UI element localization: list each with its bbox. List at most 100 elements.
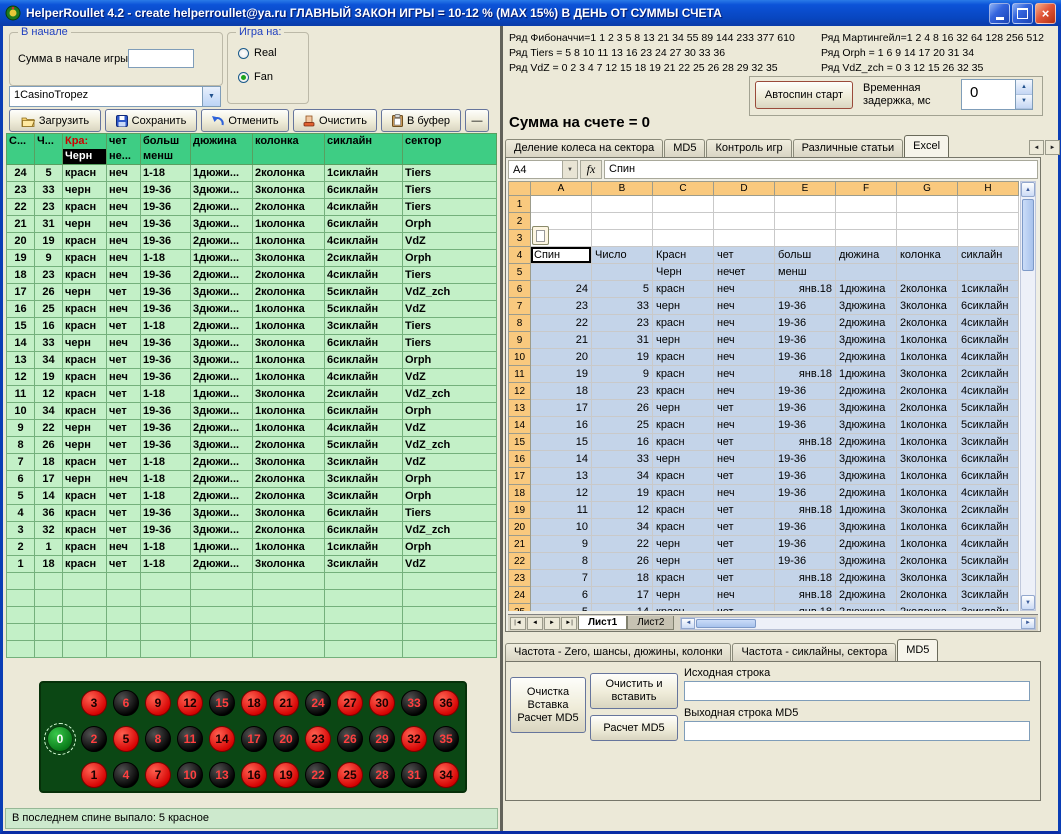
excel-cell-E19[interactable]: янв.18 (775, 502, 836, 519)
board-number-0[interactable]: 0 (47, 726, 73, 752)
excel-cell-F6[interactable]: 1дюжина (836, 281, 897, 298)
excel-cell-C9[interactable]: черн (653, 332, 714, 349)
excel-cell-A10[interactable]: 20 (531, 349, 592, 366)
excel-row-header-17[interactable]: 17 (509, 468, 531, 485)
board-number-35[interactable]: 35 (433, 726, 459, 752)
excel-cell-D4[interactable]: чет (714, 247, 775, 264)
insert-function-button[interactable]: fx (580, 160, 602, 179)
excel-cell-H19[interactable]: 2сиклайн (958, 502, 1019, 519)
excel-cell-E3[interactable] (775, 230, 836, 247)
excel-cell-C25[interactable]: красн (653, 604, 714, 612)
excel-cell-D19[interactable]: чет (714, 502, 775, 519)
excel-cell-F13[interactable]: 3дюжина (836, 400, 897, 417)
excel-cell-G4[interactable]: колонка (897, 247, 958, 264)
cell-name-box[interactable]: A4 ▼ (508, 160, 578, 179)
excel-cell-D16[interactable]: неч (714, 451, 775, 468)
excel-row-header-23[interactable]: 23 (509, 570, 531, 587)
scroll-up-button[interactable]: ▲ (1021, 182, 1035, 197)
excel-cell-C15[interactable]: красн (653, 434, 714, 451)
excel-cell-F1[interactable] (836, 196, 897, 213)
history-row[interactable]: 332краснчет19-363дюжи...2колонка6сиклайн… (7, 522, 497, 539)
excel-cell-A8[interactable]: 22 (531, 315, 592, 332)
excel-cell-D21[interactable]: чет (714, 536, 775, 553)
excel-cell-B9[interactable]: 31 (592, 332, 653, 349)
excel-cell-B11[interactable]: 9 (592, 366, 653, 383)
excel-col-header-C[interactable]: C (653, 182, 714, 196)
vscroll-thumb[interactable] (1022, 199, 1034, 271)
excel-cell-B3[interactable] (592, 230, 653, 247)
load-button[interactable]: Загрузить (9, 109, 101, 132)
history-row[interactable]: 1433черннеч19-363дюжи...3колонка6сиклайн… (7, 335, 497, 352)
tab-excel[interactable]: Excel (904, 135, 949, 157)
excel-cell-F12[interactable]: 2дюжина (836, 383, 897, 400)
excel-cell-D15[interactable]: чет (714, 434, 775, 451)
board-number-26[interactable]: 26 (337, 726, 363, 752)
excel-cell-A4[interactable]: Спин (531, 247, 592, 264)
board-number-10[interactable]: 10 (177, 762, 203, 788)
excel-cell-E22[interactable]: 19-36 (775, 553, 836, 570)
excel-cell-C6[interactable]: красн (653, 281, 714, 298)
board-number-20[interactable]: 20 (273, 726, 299, 752)
excel-cell-C17[interactable]: красн (653, 468, 714, 485)
excel-row-header-25[interactable]: 25 (509, 604, 531, 612)
autospin-start-button[interactable]: Автоспин старт (755, 81, 853, 109)
excel-cell-B10[interactable]: 19 (592, 349, 653, 366)
excel-cell-F5[interactable] (836, 264, 897, 281)
excel-cell-H24[interactable]: 3сиклайн (958, 587, 1019, 604)
excel-cell-F2[interactable] (836, 213, 897, 230)
excel-cell-A25[interactable]: 5 (531, 604, 592, 612)
excel-row-header-20[interactable]: 20 (509, 519, 531, 536)
excel-cell-H6[interactable]: 1сиклайн (958, 281, 1019, 298)
excel-cell-B13[interactable]: 26 (592, 400, 653, 417)
history-row[interactable]: 1516краснчет1-182дюжи...1колонка3сиклайн… (7, 318, 497, 335)
excel-cell-H15[interactable]: 3сиклайн (958, 434, 1019, 451)
history-row[interactable]: 2019красннеч19-362дюжи...1колонка4сиклай… (7, 233, 497, 250)
excel-cell-B4[interactable]: Число (592, 247, 653, 264)
history-row[interactable]: 1726чернчет19-363дюжи...2колонка5сиклайн… (7, 284, 497, 301)
board-number-24[interactable]: 24 (305, 690, 331, 716)
excel-cell-D11[interactable]: неч (714, 366, 775, 383)
excel-cell-C11[interactable]: красн (653, 366, 714, 383)
excel-cell-D22[interactable]: чет (714, 553, 775, 570)
excel-cell-E17[interactable]: 19-36 (775, 468, 836, 485)
excel-row-header-10[interactable]: 10 (509, 349, 531, 366)
excel-cell-E8[interactable]: 19-36 (775, 315, 836, 332)
board-number-22[interactable]: 22 (305, 762, 331, 788)
excel-cell-E20[interactable]: 19-36 (775, 519, 836, 536)
undo-button[interactable]: Отменить (201, 109, 289, 132)
excel-cell-D7[interactable]: неч (714, 298, 775, 315)
radio-real[interactable]: Real (238, 47, 277, 59)
excel-row-header-12[interactable]: 12 (509, 383, 531, 400)
history-row[interactable]: 21красннеч1-181дюжи...1колонка1сиклайнOr… (7, 539, 497, 556)
board-number-36[interactable]: 36 (433, 690, 459, 716)
excel-col-header-G[interactable]: G (897, 182, 958, 196)
board-number-9[interactable]: 9 (145, 690, 171, 716)
excel-cell-H22[interactable]: 5сиклайн (958, 553, 1019, 570)
excel-cell-G24[interactable]: 2колонка (897, 587, 958, 604)
excel-col-header-F[interactable]: F (836, 182, 897, 196)
excel-cell-E6[interactable]: янв.18 (775, 281, 836, 298)
excel-cell-F22[interactable]: 3дюжина (836, 553, 897, 570)
tabs-scroll-right-button[interactable]: ► (1045, 140, 1060, 155)
excel-cell-G7[interactable]: 3колонка (897, 298, 958, 315)
excel-cell-G15[interactable]: 1колонка (897, 434, 958, 451)
board-number-34[interactable]: 34 (433, 762, 459, 788)
excel-cell-F8[interactable]: 2дюжина (836, 315, 897, 332)
excel-cell-E21[interactable]: 19-36 (775, 536, 836, 553)
history-row[interactable]: 1034краснчет19-363дюжи...1колонка6сиклай… (7, 403, 497, 420)
excel-cell-D12[interactable]: неч (714, 383, 775, 400)
excel-cell-E13[interactable]: 19-36 (775, 400, 836, 417)
excel-cell-E1[interactable] (775, 196, 836, 213)
excel-row-header-18[interactable]: 18 (509, 485, 531, 502)
excel-cell-A1[interactable] (531, 196, 592, 213)
history-row[interactable]: 1823красннеч19-362дюжи...2колонка4сиклай… (7, 267, 497, 284)
excel-cell-F18[interactable]: 2дюжина (836, 485, 897, 502)
board-number-13[interactable]: 13 (209, 762, 235, 788)
excel-cell-G17[interactable]: 1колонка (897, 468, 958, 485)
excel-cell-B20[interactable]: 34 (592, 519, 653, 536)
excel-cell-B25[interactable]: 14 (592, 604, 653, 612)
history-row[interactable]: 1219красннеч19-362дюжи...1колонка4сиклай… (7, 369, 497, 386)
excel-row-header-15[interactable]: 15 (509, 434, 531, 451)
excel-cell-F7[interactable]: 3дюжина (836, 298, 897, 315)
excel-cell-H8[interactable]: 4сиклайн (958, 315, 1019, 332)
